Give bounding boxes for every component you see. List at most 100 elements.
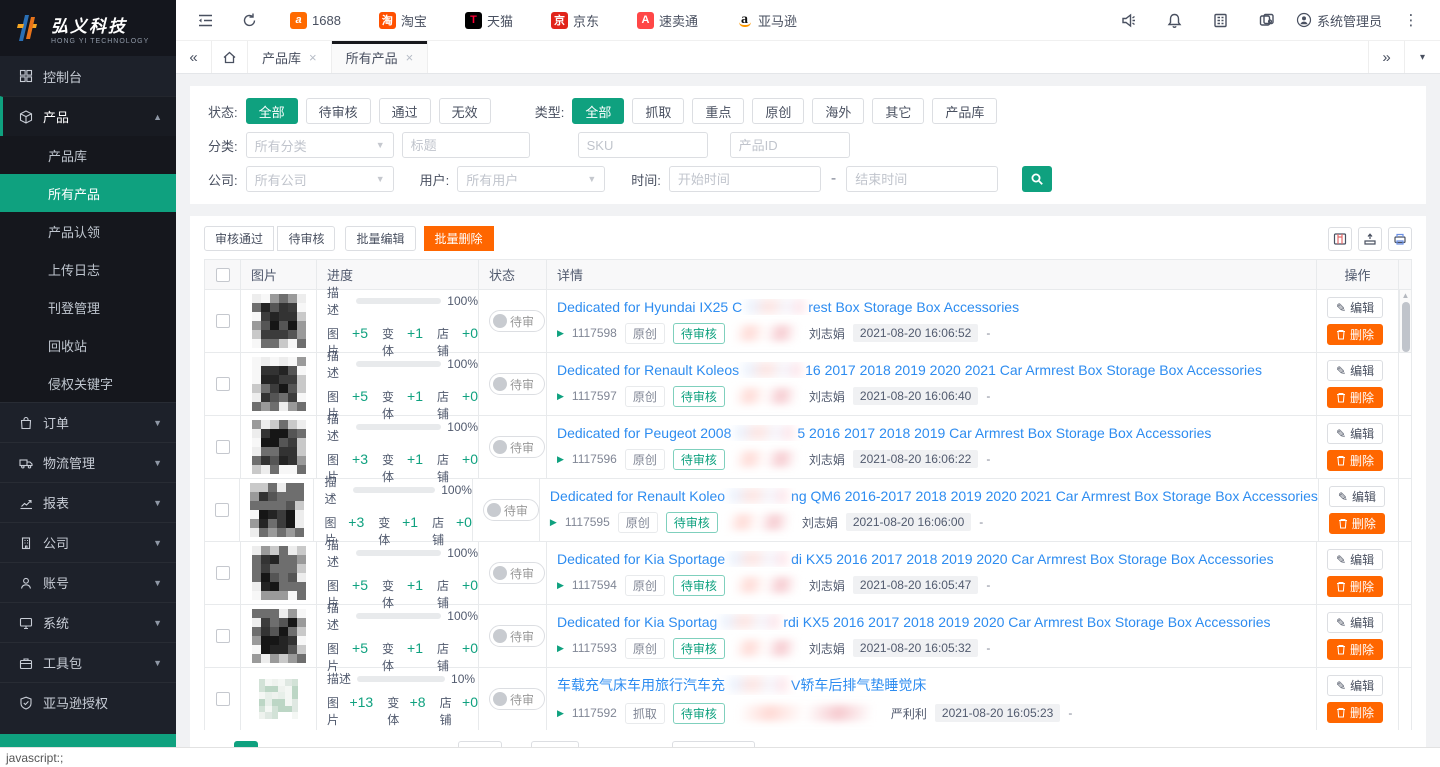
filter-option-全部[interactable]: 全部 — [572, 98, 624, 124]
delete-button[interactable]: 删除 — [1327, 387, 1383, 408]
row-checkbox[interactable] — [216, 629, 230, 643]
start-time-input[interactable] — [669, 166, 821, 192]
filter-option-抓取[interactable]: 抓取 — [632, 98, 684, 124]
play-icon[interactable]: ▶ — [557, 391, 564, 402]
row-checkbox[interactable] — [216, 692, 230, 706]
marketplace-link-淘宝[interactable]: 淘淘宝 — [379, 11, 427, 30]
delete-button[interactable]: 删除 — [1327, 450, 1383, 471]
product-thumbnail[interactable] — [252, 357, 306, 411]
delete-button[interactable]: 删除 — [1329, 513, 1385, 534]
delete-button[interactable]: 删除 — [1327, 324, 1383, 345]
pending-review-button[interactable]: 待审核 — [277, 226, 335, 251]
sidebar-item-亚马逊授权[interactable]: 亚马逊授权 — [0, 682, 176, 722]
play-icon[interactable]: ▶ — [557, 643, 564, 654]
product-thumbnail[interactable] — [252, 546, 306, 600]
user-menu[interactable]: 系统管理员 — [1286, 11, 1392, 30]
edit-button[interactable]: ✎编辑 — [1327, 423, 1383, 444]
marketplace-link-亚马逊[interactable]: a亚马逊 — [736, 11, 797, 30]
marketplace-link-1688[interactable]: a1688 — [290, 12, 341, 29]
sidebar-subitem-回收站[interactable]: 回收站 — [0, 326, 176, 364]
title-input[interactable] — [402, 132, 530, 158]
marketplace-link-天猫[interactable]: T天猫 — [465, 11, 513, 30]
sku-input[interactable] — [578, 132, 708, 158]
batch-delete-button[interactable]: 批量删除 — [424, 226, 494, 251]
print-icon[interactable] — [1388, 227, 1412, 251]
approve-button[interactable]: 审核通过 — [204, 226, 274, 251]
filter-option-其它[interactable]: 其它 — [872, 98, 924, 124]
sidebar-item-订单[interactable]: 订单▼ — [0, 402, 176, 442]
announcement-icon[interactable] — [1114, 5, 1144, 35]
coupon-icon[interactable] — [1252, 5, 1282, 35]
edit-button[interactable]: ✎编辑 — [1327, 612, 1383, 633]
edit-button[interactable]: ✎编辑 — [1327, 549, 1383, 570]
tabs-scroll-left-icon[interactable]: « — [176, 41, 212, 73]
row-checkbox[interactable] — [216, 377, 230, 391]
delete-button[interactable]: 删除 — [1327, 702, 1383, 723]
edit-button[interactable]: ✎编辑 — [1329, 486, 1385, 507]
filter-option-重点[interactable]: 重点 — [692, 98, 744, 124]
filter-option-原创[interactable]: 原创 — [752, 98, 804, 124]
home-tab[interactable] — [212, 41, 248, 73]
sidebar-item-产品[interactable]: 产品▲ — [0, 96, 176, 136]
sidebar-item-工具包[interactable]: 工具包▼ — [0, 642, 176, 682]
product-title-link[interactable]: Dedicated for Hyundai IX25 Crest Box Sto… — [557, 299, 1316, 315]
export-icon[interactable] — [1358, 227, 1382, 251]
sidebar-footer-bar[interactable] — [0, 734, 176, 747]
row-checkbox[interactable] — [216, 566, 230, 580]
play-icon[interactable]: ▶ — [557, 580, 564, 591]
sidebar-item-系统[interactable]: 系统▼ — [0, 602, 176, 642]
sidebar-item-账号[interactable]: 账号▼ — [0, 562, 176, 602]
menu-fold-icon[interactable] — [190, 5, 220, 35]
product-title-link[interactable]: Dedicated for Peugeot 20085 2016 2017 20… — [557, 425, 1316, 441]
tab-所有产品[interactable]: 所有产品× — [332, 41, 429, 73]
user-select[interactable]: 所有用户▼ — [457, 166, 605, 192]
product-title-link[interactable]: Dedicated for Renault Koleong QM6 2016-2… — [550, 488, 1318, 504]
category-select[interactable]: 所有分类▼ — [246, 132, 394, 158]
tabs-scroll-right-icon[interactable]: » — [1368, 41, 1404, 73]
filter-option-产品库[interactable]: 产品库 — [932, 98, 997, 124]
product-thumbnail[interactable] — [252, 420, 306, 474]
refresh-icon[interactable] — [234, 5, 264, 35]
scroll-up-icon[interactable]: ▲ — [1402, 290, 1410, 302]
sidebar-item-控制台[interactable]: 控制台 — [0, 56, 176, 96]
edit-button[interactable]: ✎编辑 — [1327, 297, 1383, 318]
play-icon[interactable]: ▶ — [557, 708, 564, 719]
calculator-icon[interactable] — [1206, 5, 1236, 35]
product-title-link[interactable]: Dedicated for Kia Sportagrdi KX5 2016 20… — [557, 614, 1316, 630]
row-checkbox[interactable] — [216, 440, 230, 454]
sidebar-subitem-所有产品[interactable]: 所有产品 — [0, 174, 176, 212]
batch-edit-button[interactable]: 批量编辑 — [345, 226, 415, 251]
close-icon[interactable]: × — [309, 50, 317, 65]
notifications-bell-icon[interactable] — [1160, 5, 1190, 35]
sidebar-item-物流管理[interactable]: 物流管理▼ — [0, 442, 176, 482]
product-title-link[interactable]: Dedicated for Kia Sportagedi KX5 2016 20… — [557, 551, 1316, 567]
product-id-input[interactable] — [730, 132, 850, 158]
close-icon[interactable]: × — [406, 50, 414, 65]
search-button[interactable] — [1022, 166, 1052, 192]
select-all-checkbox[interactable] — [216, 268, 230, 282]
company-select[interactable]: 所有公司▼ — [246, 166, 394, 192]
delete-button[interactable]: 删除 — [1327, 639, 1383, 660]
row-checkbox[interactable] — [216, 314, 230, 328]
sidebar-subitem-产品库[interactable]: 产品库 — [0, 136, 176, 174]
columns-setting-icon[interactable] — [1328, 227, 1352, 251]
table-scrollbar[interactable]: ▲ — [1399, 290, 1411, 352]
product-thumbnail[interactable] — [259, 679, 299, 719]
play-icon[interactable]: ▶ — [557, 328, 564, 339]
filter-option-全部[interactable]: 全部 — [246, 98, 298, 124]
row-checkbox[interactable] — [215, 503, 229, 517]
sidebar-subitem-刊登管理[interactable]: 刊登管理 — [0, 288, 176, 326]
scrollbar-thumb[interactable] — [1402, 302, 1410, 352]
more-menu-icon[interactable]: ⋮ — [1396, 5, 1426, 35]
delete-button[interactable]: 删除 — [1327, 576, 1383, 597]
end-time-input[interactable] — [846, 166, 998, 192]
product-title-link[interactable]: Dedicated for Renault Koleos16 2017 2018… — [557, 362, 1316, 378]
sidebar-subitem-上传日志[interactable]: 上传日志 — [0, 250, 176, 288]
marketplace-link-京东[interactable]: 京京东 — [551, 11, 599, 30]
sidebar-subitem-侵权关键字[interactable]: 侵权关键字 — [0, 364, 176, 402]
filter-option-通过[interactable]: 通过 — [379, 98, 431, 124]
play-icon[interactable]: ▶ — [550, 517, 557, 528]
filter-option-海外[interactable]: 海外 — [812, 98, 864, 124]
filter-option-无效[interactable]: 无效 — [439, 98, 491, 124]
product-title-link[interactable]: 车载充气床车用旅行汽车充V轿车后排气垫睡觉床 — [557, 675, 1316, 695]
